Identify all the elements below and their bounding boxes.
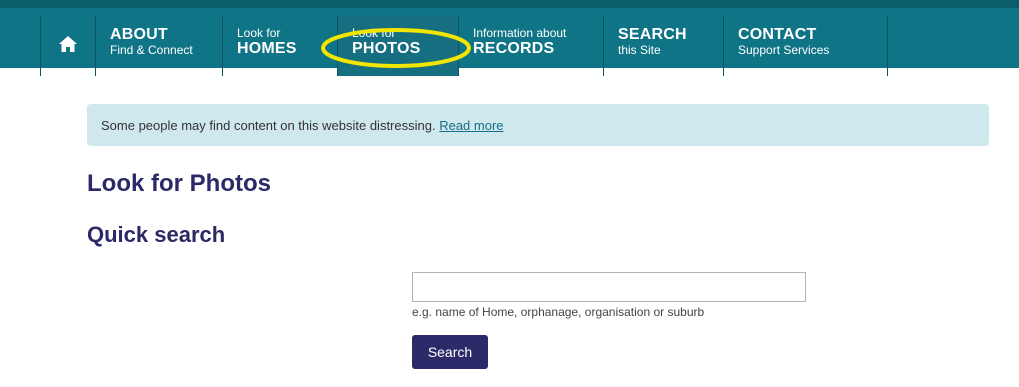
nav-search-sub: this Site (618, 43, 661, 57)
nav-contact-sub: Support Services (738, 43, 830, 57)
highlight-ellipse (321, 28, 471, 68)
nav-home[interactable] (40, 16, 95, 76)
search-hint: e.g. name of Home, orphanage, organisati… (412, 305, 705, 319)
content-warning-notice: Some people may find content on this web… (87, 104, 989, 146)
page-title: Look for Photos (87, 170, 271, 197)
nav-contact-title: CONTACT (738, 26, 817, 43)
nav-search[interactable]: SEARCH this Site (603, 16, 723, 76)
search-input[interactable] (412, 272, 806, 302)
top-navigation-bar: ABOUT Find & Connect Look for HOMES Look… (0, 0, 1019, 76)
nav-search-title: SEARCH (618, 26, 687, 43)
nav-about[interactable]: ABOUT Find & Connect (95, 16, 222, 76)
read-more-link[interactable]: Read more (439, 118, 503, 133)
section-title: Quick search (87, 222, 226, 247)
home-icon (58, 35, 78, 58)
nav-records-small: Information about (473, 26, 567, 40)
nav-about-sub: Find & Connect (110, 43, 193, 57)
nav-contact[interactable]: CONTACT Support Services (723, 16, 888, 76)
nav-records-title: RECORDS (473, 40, 555, 57)
nav-about-title: ABOUT (110, 26, 168, 43)
notice-text: Some people may find content on this web… (101, 118, 436, 133)
nav-records[interactable]: Information about RECORDS (458, 16, 603, 76)
search-button[interactable]: Search (412, 335, 488, 369)
